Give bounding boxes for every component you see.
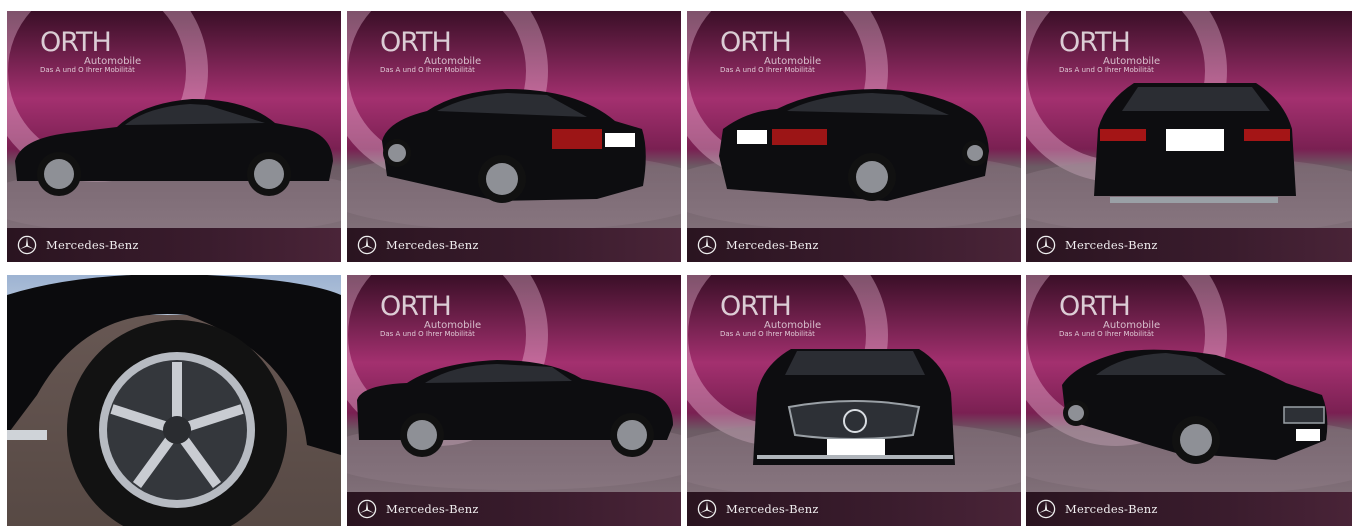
- dealer-logo-text: ORTH: [380, 27, 452, 58]
- brand-name: Mercedes-Benz: [726, 502, 819, 516]
- dealer-logo-sub: Automobile: [424, 320, 482, 331]
- brand-name: Mercedes-Benz: [726, 238, 819, 252]
- brand-footer: Mercedes-Benz: [1026, 492, 1352, 526]
- dealer-logo-text: ORTH: [720, 27, 792, 58]
- dealer-logo-text: ORTH: [380, 291, 452, 322]
- dealer-logo-sub: Automobile: [764, 320, 822, 331]
- mercedes-star-icon: [357, 499, 377, 519]
- dealer-tagline: Das A und O Ihrer Mobilität: [380, 330, 475, 338]
- gallery-photo-8[interactable]: ORTH Automobile Das A und O Ihrer Mobili…: [1026, 275, 1352, 526]
- dealer-logo: ORTH Automobile Das A und O Ihrer Mobili…: [720, 291, 821, 339]
- dealer-logo: ORTH Automobile Das A und O Ihrer Mobili…: [720, 27, 821, 75]
- dealer-tagline: Das A und O Ihrer Mobilität: [380, 66, 475, 74]
- dealer-tagline: Das A und O Ihrer Mobilität: [40, 66, 135, 74]
- gallery-photo-2[interactable]: ORTH Automobile Das A und O Ihrer Mobili…: [347, 11, 681, 262]
- mercedes-star-icon: [17, 235, 37, 255]
- brand-name: Mercedes-Benz: [1065, 502, 1158, 516]
- dealer-logo-sub: Automobile: [424, 56, 482, 67]
- brand-footer: Mercedes-Benz: [347, 228, 681, 262]
- brand-footer: Mercedes-Benz: [687, 228, 1021, 262]
- brand-footer: Mercedes-Benz: [347, 492, 681, 526]
- dealer-tagline: Das A und O Ihrer Mobilität: [1059, 66, 1154, 74]
- brand-footer: Mercedes-Benz: [1026, 228, 1352, 262]
- gallery-photo-7[interactable]: ORTH Automobile Das A und O Ihrer Mobili…: [687, 275, 1021, 526]
- dealer-logo-sub: Automobile: [84, 56, 142, 67]
- brand-name: Mercedes-Benz: [46, 238, 139, 252]
- dealer-logo-sub: Automobile: [1103, 56, 1161, 67]
- gallery-photo-5[interactable]: [7, 275, 341, 526]
- gallery-photo-4[interactable]: ORTH Automobile Das A und O Ihrer Mobili…: [1026, 11, 1352, 262]
- brand-footer: Mercedes-Benz: [687, 492, 1021, 526]
- gallery-photo-3[interactable]: ORTH Automobile Das A und O Ihrer Mobili…: [687, 11, 1021, 262]
- dealer-logo: ORTH Automobile Das A und O Ihrer Mobili…: [40, 27, 141, 75]
- brand-name: Mercedes-Benz: [1065, 238, 1158, 252]
- gallery-photo-1[interactable]: ORTH Automobile Das A und O Ihrer Mobili…: [7, 11, 341, 262]
- dealer-logo: ORTH Automobile Das A und O Ihrer Mobili…: [1059, 291, 1160, 339]
- wheel-closeup-photo: [7, 275, 341, 526]
- gallery-photo-6[interactable]: ORTH Automobile Das A und O Ihrer Mobili…: [347, 275, 681, 526]
- dealer-logo: ORTH Automobile Das A und O Ihrer Mobili…: [380, 27, 481, 75]
- brand-footer: Mercedes-Benz: [7, 228, 341, 262]
- brand-name: Mercedes-Benz: [386, 238, 479, 252]
- dealer-logo-sub: Automobile: [764, 56, 822, 67]
- dealer-tagline: Das A und O Ihrer Mobilität: [720, 330, 815, 338]
- dealer-logo: ORTH Automobile Das A und O Ihrer Mobili…: [1059, 27, 1160, 75]
- dealer-logo-text: ORTH: [1059, 291, 1131, 322]
- dealer-logo-text: ORTH: [720, 291, 792, 322]
- mercedes-star-icon: [1036, 499, 1056, 519]
- photo-gallery: ORTH Automobile Das A und O Ihrer Mobili…: [0, 0, 1352, 526]
- mercedes-star-icon: [697, 499, 717, 519]
- mercedes-star-icon: [357, 235, 377, 255]
- dealer-logo-sub: Automobile: [1103, 320, 1161, 331]
- dealer-logo-text: ORTH: [1059, 27, 1131, 58]
- dealer-tagline: Das A und O Ihrer Mobilität: [720, 66, 815, 74]
- mercedes-star-icon: [1036, 235, 1056, 255]
- dealer-logo: ORTH Automobile Das A und O Ihrer Mobili…: [380, 291, 481, 339]
- dealer-tagline: Das A und O Ihrer Mobilität: [1059, 330, 1154, 338]
- brand-name: Mercedes-Benz: [386, 502, 479, 516]
- mercedes-star-icon: [697, 235, 717, 255]
- dealer-logo-text: ORTH: [40, 27, 112, 58]
